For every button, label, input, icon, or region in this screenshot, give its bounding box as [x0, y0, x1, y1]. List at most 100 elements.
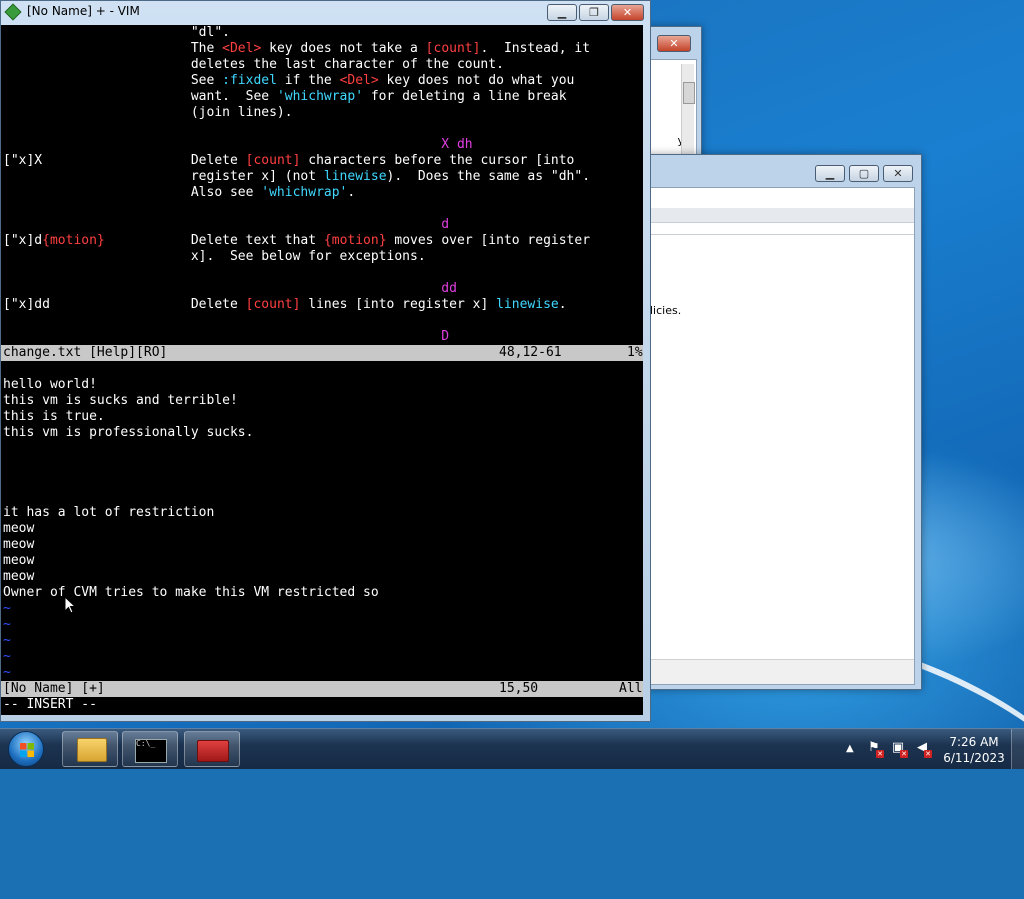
help-text-line: dd	[3, 281, 457, 297]
buffer-status-line: [No Name] [+] 15,50 All	[1, 681, 643, 697]
window-title: [No Name] + - VIM	[27, 4, 140, 18]
help-text-segment: x]. See below for exceptions.	[3, 249, 426, 264]
help-scroll-percent: 1%	[627, 345, 643, 360]
taskbar-toolbox-button[interactable]	[184, 731, 240, 767]
help-text-segment: 'whichwrap'	[261, 185, 348, 200]
buffer-text-line: meow	[3, 521, 35, 536]
help-text-segment: [count]	[425, 41, 481, 56]
help-text-line: See :fixdel if the <Del> key does not do…	[3, 73, 575, 89]
buffer-text-line: this is true.	[3, 409, 105, 424]
vim-editor-area[interactable]: "dl". The <Del> key does not take a [cou…	[1, 25, 643, 715]
buffer-text-line: hello world!	[3, 377, 97, 392]
close-button[interactable]: ✕	[657, 35, 691, 52]
help-text-segment: ["x]d	[3, 233, 43, 248]
help-text-segment: X dh	[3, 137, 473, 152]
empty-line-tilde: ~	[3, 649, 11, 664]
buffer-file-name: [No Name] [+]	[3, 681, 105, 696]
help-text-segment: Also see	[3, 185, 262, 200]
help-text-line: register x] (not linewise). Does the sam…	[3, 169, 590, 185]
taskbar-explorer-button[interactable]	[62, 731, 118, 767]
action-center-flag-icon[interactable]: ⚑ ✕	[866, 740, 884, 758]
help-text-segment: lines [into register x]	[300, 297, 497, 312]
help-text-segment: want. See	[3, 89, 277, 104]
help-text-line: Also see 'whichwrap'.	[3, 185, 355, 201]
help-text-segment: (join lines).	[3, 105, 293, 120]
help-text-segment: linewise	[323, 169, 387, 184]
vim-logo-icon	[4, 3, 22, 21]
buffer-text-line: meow	[3, 537, 35, 552]
help-text-segment: <Del>	[222, 41, 262, 56]
help-text-segment: deletes the last character of the count.	[3, 57, 504, 72]
window-client-area: licies.	[649, 187, 915, 685]
help-text-segment: key does not do what you	[378, 73, 575, 88]
help-text-segment: <Del>	[339, 73, 379, 88]
network-icon[interactable]: ▣ ✕	[890, 740, 908, 758]
help-text-segment: d	[3, 217, 450, 232]
help-text-segment: :fixdel	[222, 73, 277, 88]
help-text-segment: key does not take a	[261, 41, 426, 56]
help-text-line: ["x]dd Delete [count] lines [into regist…	[3, 297, 567, 313]
minimize-button[interactable]: ▁	[815, 165, 845, 182]
toolbar-band	[650, 208, 914, 223]
toolbox-icon	[197, 740, 229, 762]
clock-date: 6/11/2023	[943, 751, 1005, 765]
cmd-icon-label: C:\_	[136, 739, 156, 748]
close-button[interactable]: ✕	[883, 165, 913, 182]
empty-line-tilde: ~	[3, 665, 11, 680]
help-text-segment: Delete text that	[104, 233, 324, 248]
cmd-icon: C:\_	[135, 739, 167, 763]
buffer-text-line: this vm is sucks and terrible!	[3, 393, 238, 408]
window-client-area: yst	[649, 59, 697, 169]
vim-window[interactable]: [No Name] + - VIM ▁ ❐ ✕ "dl". The <Del> …	[0, 0, 651, 722]
empty-line-tilde: ~	[3, 617, 11, 632]
start-button[interactable]	[8, 731, 44, 767]
help-text-line: D	[3, 329, 449, 345]
clock-time: 7:26 AM	[949, 735, 999, 749]
help-text-line: X dh	[3, 137, 473, 153]
system-clock[interactable]: 7:26 AM 6/11/2023	[936, 734, 1012, 766]
help-text-line: The <Del> key does not take a [count]. I…	[3, 41, 590, 57]
help-text-segment: "dl".	[3, 25, 230, 40]
taskbar: C:\_ ▲ ⚑ ✕ ▣ ✕ ◀ ✕ 7:26 AM 6/11/2023	[0, 728, 1024, 769]
help-text-line: deletes the last character of the count.	[3, 57, 504, 73]
help-text-line: (join lines).	[3, 105, 293, 121]
show-desktop-button[interactable]	[1011, 729, 1024, 769]
help-text-line: ["x]d{motion} Delete text that {motion} …	[3, 233, 590, 249]
help-text-segment: register x] (not	[3, 169, 324, 184]
taskbar-cmd-button[interactable]: C:\_	[122, 731, 178, 767]
help-text-segment: .	[347, 185, 356, 200]
help-cursor-position: 48,12-61	[499, 345, 562, 360]
maximize-button[interactable]: ▢	[849, 165, 879, 182]
show-hidden-icons-button[interactable]: ▲	[846, 743, 854, 754]
help-file-name: change.txt [Help][RO]	[3, 345, 168, 360]
column-header	[650, 224, 914, 235]
scrollbar-thumb[interactable]	[683, 82, 695, 104]
help-text-segment: ). Does the same as "dh".	[386, 169, 591, 184]
buffer-text-line: meow	[3, 569, 35, 584]
help-text-segment: ["x]dd Delete	[3, 297, 246, 312]
background-window-b[interactable]: ▁ ▢ ✕ licies.	[642, 154, 922, 690]
vertical-scrollbar[interactable]	[681, 64, 695, 164]
volume-muted-icon[interactable]: ◀ ✕	[914, 740, 932, 758]
buffer-text-line: it has a lot of restriction	[3, 505, 215, 520]
help-text-segment: linewise	[496, 297, 559, 312]
folder-icon	[77, 738, 107, 762]
close-button[interactable]: ✕	[611, 4, 644, 21]
help-text-segment: moves over [into register	[386, 233, 591, 248]
help-text-segment: dd	[3, 281, 457, 296]
help-text-segment: [count]	[245, 297, 301, 312]
empty-line-tilde: ~	[3, 633, 11, 648]
help-text-line: d	[3, 217, 449, 233]
background-window-a[interactable]: ✕ yst	[642, 26, 702, 169]
maximize-button[interactable]: ❐	[579, 4, 609, 21]
help-text-line: want. See 'whichwrap' for deleting a lin…	[3, 89, 567, 105]
help-text-segment: if the	[276, 73, 340, 88]
partial-text: licies.	[650, 304, 682, 317]
windows-logo-icon	[20, 743, 34, 757]
help-text-segment: [count]	[245, 153, 301, 168]
buffer-text-line: meow	[3, 553, 35, 568]
minimize-button[interactable]: ▁	[547, 4, 577, 21]
help-text-segment: ["x]X Delete	[3, 153, 246, 168]
mode-indicator: -- INSERT --	[3, 697, 97, 712]
help-text-segment: characters before the cursor [into	[300, 153, 575, 168]
